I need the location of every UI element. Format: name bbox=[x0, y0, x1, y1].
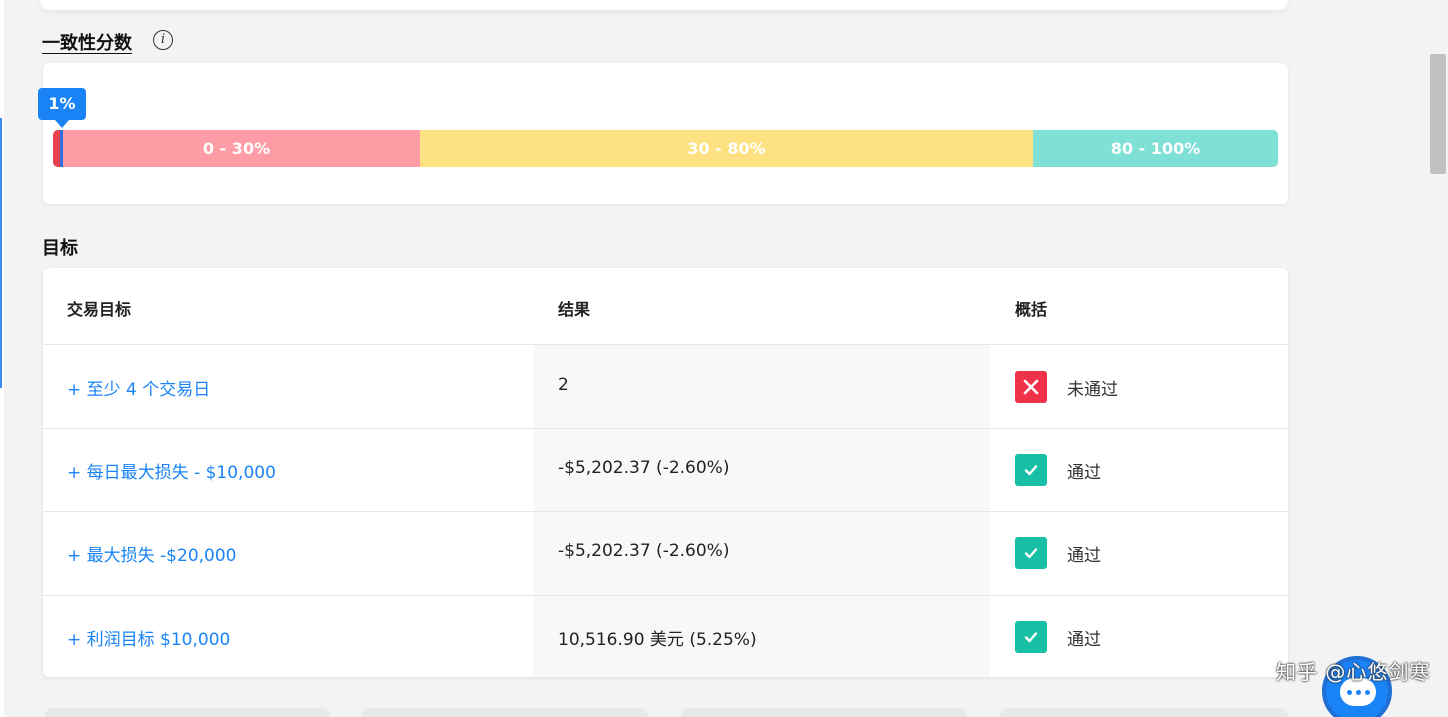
check-icon bbox=[1015, 454, 1047, 486]
table-row: + 每日最大损失 - $10,000 -$5,202.37 (-2.60%) 通… bbox=[43, 429, 1288, 512]
header-summary: 概括 bbox=[1015, 300, 1048, 319]
consistency-score-card: 0 - 30% 30 - 80% 80 - 100% 1% bbox=[38, 63, 1288, 204]
page: 一致性分数 i 0 - 30% 30 - 80% 80 - 100% 1% 目标… bbox=[0, 0, 1448, 717]
table-row: + 至少 4 个交易日 2 未通过 bbox=[43, 345, 1288, 429]
bottom-card bbox=[681, 708, 967, 717]
consistency-score-title: 一致性分数 bbox=[42, 33, 132, 54]
goals-title: 目标 bbox=[42, 238, 78, 259]
result-value: -$5,202.37 (-2.60%) bbox=[558, 541, 730, 561]
score-range-bar: 0 - 30% 30 - 80% 80 - 100% bbox=[53, 130, 1278, 167]
goal-link[interactable]: + 每日最大损失 - $10,000 bbox=[67, 458, 276, 483]
table-row: + 最大损失 -$20,000 -$5,202.37 (-2.60%) 通过 bbox=[43, 512, 1288, 596]
range-mid: 30 - 80% bbox=[420, 130, 1033, 167]
score-marker bbox=[60, 130, 63, 167]
result-cell bbox=[533, 345, 990, 428]
left-active-indicator bbox=[0, 118, 2, 388]
table-row: + 利润目标 $10,000 10,516.90 美元 (5.25%) 通过 bbox=[43, 596, 1288, 677]
goal-link[interactable]: + 至少 4 个交易日 bbox=[67, 375, 210, 400]
status-text: 通过 bbox=[1067, 463, 1101, 483]
score-bubble-pointer bbox=[55, 120, 69, 128]
table-header: 交易目标 结果 概括 bbox=[43, 268, 1288, 345]
bottom-card bbox=[45, 708, 330, 717]
result-value: -$5,202.37 (-2.60%) bbox=[558, 458, 730, 478]
goal-link[interactable]: + 最大损失 -$20,000 bbox=[67, 541, 237, 566]
status-text: 通过 bbox=[1067, 546, 1101, 566]
info-icon[interactable]: i bbox=[153, 30, 173, 50]
bottom-card bbox=[1000, 708, 1288, 717]
close-icon bbox=[1015, 371, 1047, 403]
result-value: 10,516.90 美元 (5.25%) bbox=[558, 630, 757, 650]
watermark: 知乎 @心悠剑寒 bbox=[1276, 660, 1431, 684]
status-text: 未通过 bbox=[1067, 380, 1118, 400]
status-text: 通过 bbox=[1067, 630, 1101, 650]
header-result: 结果 bbox=[558, 300, 591, 319]
scrollbar-thumb[interactable] bbox=[1430, 54, 1446, 174]
result-value: 2 bbox=[558, 375, 569, 395]
range-low: 0 - 30% bbox=[53, 130, 420, 167]
check-icon bbox=[1015, 537, 1047, 569]
score-bubble: 1% bbox=[38, 88, 86, 120]
header-goal: 交易目标 bbox=[67, 300, 132, 319]
goals-table: 交易目标 结果 概括 + 至少 4 个交易日 2 未通过 + 每日最大损失 - … bbox=[43, 268, 1288, 677]
range-high: 80 - 100% bbox=[1033, 130, 1278, 167]
check-icon bbox=[1015, 621, 1047, 653]
previous-card bbox=[40, 0, 1288, 10]
goal-link[interactable]: + 利润目标 $10,000 bbox=[67, 625, 230, 650]
bottom-card bbox=[362, 708, 648, 717]
